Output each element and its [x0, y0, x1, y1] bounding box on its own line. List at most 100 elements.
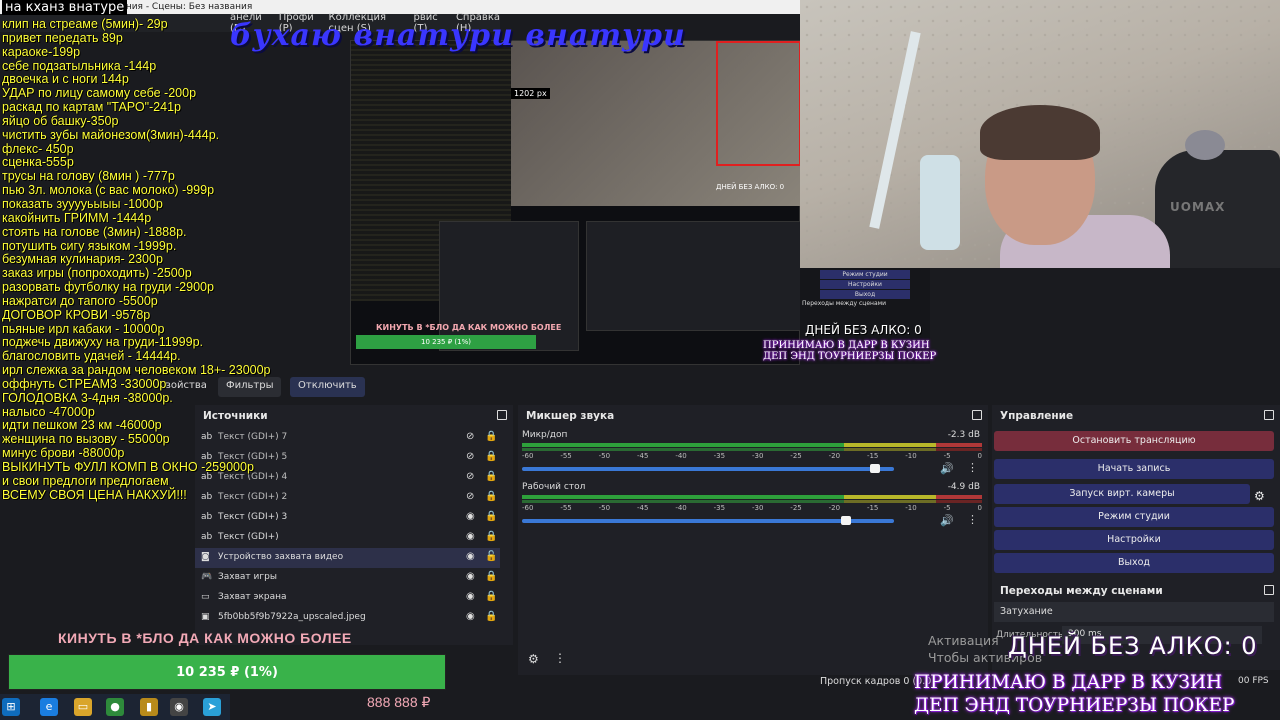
dock-float-icon[interactable] [497, 410, 507, 420]
source-row[interactable]: ▭ Захват экрана ◉ 🔒 [195, 588, 500, 608]
lock-icon[interactable]: 🔒 [485, 491, 497, 502]
meter-tick: -25 [790, 452, 802, 460]
channel-name: Рабочий стол [522, 482, 586, 492]
donation-amount: 888 888 ₽ [367, 694, 431, 710]
start-icon[interactable]: ⊞ [2, 698, 20, 716]
meter-tick: -5 [943, 504, 951, 512]
price-item: двоечка и с ноги 144р [2, 72, 129, 87]
microphone [920, 155, 960, 250]
price-item: ДОГОВОР КРОВИ -9578р [2, 307, 151, 322]
mixer-title: Микшер звука [526, 410, 615, 422]
lock-icon[interactable]: 🔒 [485, 471, 497, 482]
mixer-menu-icon[interactable]: ⋮ [554, 651, 566, 665]
channel-menu-icon[interactable]: ⋮ [967, 513, 978, 526]
promo-line1: ПРИНИМАЮ В ДАРР В КУЗИН [914, 672, 1223, 693]
price-item: идти пешком 23 км -46000р [2, 418, 162, 433]
price-item: яйцо об башку-350р [2, 113, 119, 128]
telegram-icon[interactable]: ➤ [203, 698, 221, 716]
cam-days-counter: ДНЕЙ БЕЗ АЛКО: 0 [805, 323, 922, 337]
eye-icon[interactable]: ◉ [466, 591, 475, 602]
lock-icon[interactable]: 🔒 [485, 531, 497, 542]
volume-slider[interactable] [522, 467, 894, 471]
lock-icon[interactable]: 🔒 [485, 591, 497, 602]
stop-stream-button[interactable]: Остановить трансляцию [994, 431, 1274, 451]
streamer-hair [980, 105, 1100, 160]
transitions-header: Переходы между сценами [992, 580, 1280, 602]
stream-preview[interactable]: 1202 px ДНЕЙ БЕЗ АЛКО: 0 КИНУТЬ В *БЛО Д… [350, 40, 801, 365]
source-name: Захват экрана [218, 592, 287, 602]
price-item: ВСЕМУ СВОЯ ЦЕНА НАКХУЙ!!! [2, 487, 187, 502]
eye-off-icon[interactable]: ⊘ [466, 431, 474, 442]
lock-icon[interactable]: 🔒 [485, 611, 497, 622]
eye-off-icon[interactable]: ⊘ [466, 451, 474, 462]
folder-icon[interactable]: ▭ [74, 698, 92, 716]
meter-tick: 0 [977, 452, 982, 460]
speaker-icon[interactable]: 🔊 [940, 462, 954, 475]
meter-tick: -40 [675, 452, 687, 460]
source-row[interactable]: ab Текст (GDI+) ◉ 🔒 [195, 528, 500, 548]
virtual-camera-button[interactable]: Запуск вирт. камеры [994, 484, 1250, 504]
eye-icon[interactable]: ◉ [466, 511, 475, 522]
overlay-transitions-label: Переходы между сценами [802, 300, 887, 307]
preview-mini-kinut: КИНУТЬ В *БЛО ДА КАК МОЖНО БОЛЕЕ [376, 323, 562, 332]
source-row[interactable]: 🎮 Захват игры ◉ 🔒 [195, 568, 500, 588]
exit-button[interactable]: Выход [994, 553, 1274, 573]
edge-icon[interactable]: e [40, 698, 58, 716]
eye-icon[interactable]: ◉ [466, 611, 475, 622]
overlay-btn-exit: Выход [820, 290, 910, 299]
settings-button[interactable]: Настройки [994, 530, 1274, 550]
price-item: раскад по картам "ТАРО"-241р [2, 100, 181, 115]
volume-slider-handle[interactable] [840, 516, 851, 525]
price-item: и свои предлоги предлогаем [2, 473, 169, 488]
dock-float-icon[interactable] [972, 410, 982, 420]
price-item: заказ игры (попроходить) -2500р [2, 266, 192, 281]
preview-px-badge: 1202 px [511, 88, 550, 99]
controls-header: Управление [992, 405, 1280, 427]
volume-slider[interactable] [522, 519, 894, 523]
volume-slider-handle[interactable] [870, 464, 881, 473]
speaker-icon[interactable]: 🔊 [940, 514, 954, 527]
lock-icon[interactable]: 🔒 [485, 571, 497, 582]
meter-tick: -45 [636, 504, 649, 512]
transition-select[interactable]: Затухание [994, 602, 1274, 622]
eye-icon[interactable]: ◉ [466, 551, 475, 562]
virtual-camera-gear-icon[interactable]: ⚙ [1254, 489, 1265, 503]
price-item: ГОЛОДОВКА 3-4дня -38000р. [2, 390, 173, 405]
audio-mixer-dock: Микшер звука Микр/доп -2.3 dB -60 -55 -50 -45… [518, 405, 988, 675]
price-item: себе подзатыльника -144р [2, 58, 157, 73]
text-icon: ab [201, 512, 213, 522]
lock-icon[interactable]: 🔒 [485, 511, 497, 522]
channel-menu-icon[interactable]: ⋮ [967, 461, 978, 474]
price-item: какойнить ГРИММ -1444р [2, 210, 152, 225]
obs-icon[interactable]: ◉ [170, 698, 188, 716]
source-row[interactable]: ◙ Устройство захвата видео ◉ 🔓 [195, 548, 500, 568]
dock-float-icon[interactable] [1264, 585, 1274, 595]
unlock-icon[interactable]: 🔓 [485, 551, 497, 562]
mixer-header: Микшер звука [518, 405, 988, 427]
price-item: оффнуть СТРЕАМ3 -33000р [2, 376, 167, 391]
level-meter [522, 495, 982, 499]
meter-tick: -20 [828, 452, 841, 460]
source-row[interactable]: ▣ 5fb0bb5f9b7922a_upscaled.jpeg ◉ 🔒 [195, 608, 500, 628]
eye-icon[interactable]: ◉ [466, 531, 475, 542]
eye-icon[interactable]: ◉ [466, 571, 475, 582]
taskbar: ⊞ e ▭ ● ▮ ◉ ➤ [0, 694, 230, 720]
lock-icon[interactable]: 🔒 [485, 451, 497, 462]
price-item: ВЫКИНУТЬ ФУЛЛ КОМП В ОКНО -259000р [2, 460, 254, 474]
dock-float-icon[interactable] [1264, 410, 1274, 420]
eye-off-icon[interactable]: ⊘ [466, 471, 474, 482]
source-name: Текст (GDI+) [218, 532, 279, 542]
source-name: Текст (GDI+) 3 [218, 512, 288, 522]
source-row[interactable]: ab Текст (GDI+) 3 ◉ 🔒 [195, 508, 500, 528]
channel-db: -4.9 dB [947, 482, 980, 492]
meter-tick: -35 [713, 452, 726, 460]
studio-mode-button[interactable]: Режим студии [994, 507, 1274, 527]
eye-off-icon[interactable]: ⊘ [466, 491, 474, 502]
meter-tick: -15 [866, 452, 879, 460]
chrome-icon[interactable]: ● [106, 698, 124, 716]
overlay-btn-studio: Режим студии [820, 270, 910, 279]
mixer-gear-icon[interactable]: ⚙ [528, 652, 539, 666]
start-record-button[interactable]: Начать запись [994, 459, 1274, 479]
app-icon[interactable]: ▮ [140, 698, 158, 716]
lock-icon[interactable]: 🔒 [485, 431, 497, 442]
